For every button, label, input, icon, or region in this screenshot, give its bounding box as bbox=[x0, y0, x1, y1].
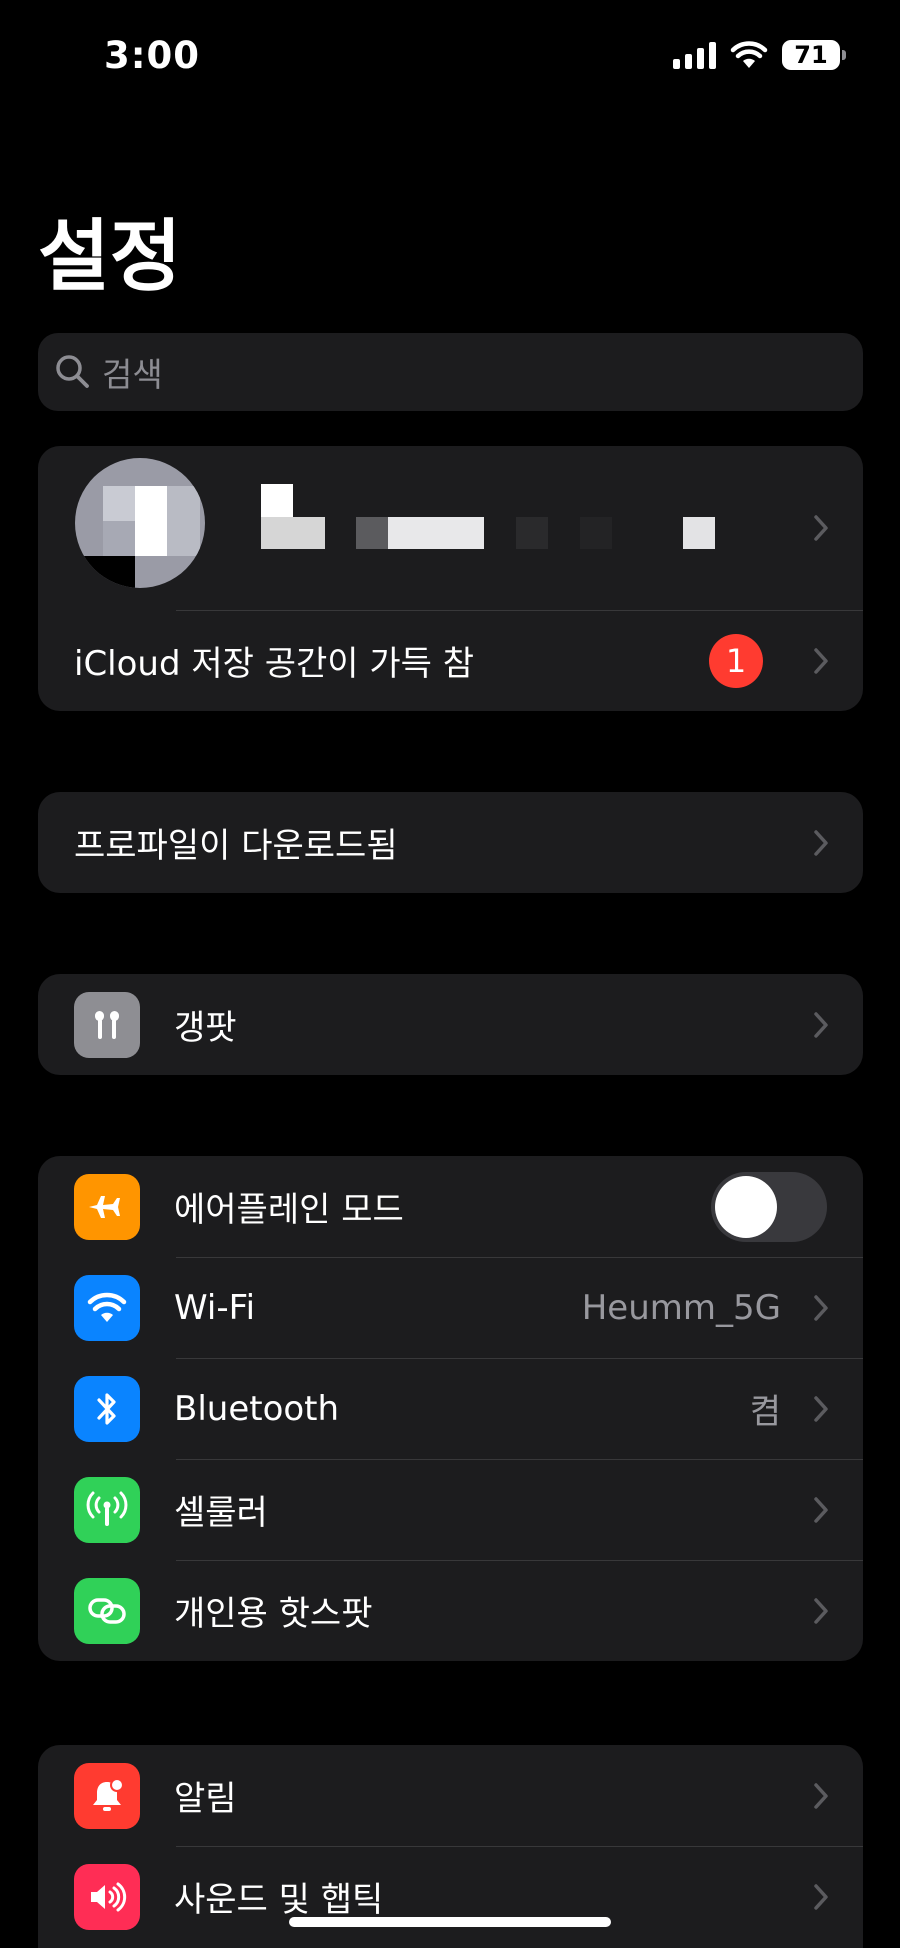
chevron-right-icon bbox=[814, 515, 828, 541]
chevron-right-icon bbox=[814, 1883, 828, 1910]
home-indicator[interactable] bbox=[289, 1917, 611, 1927]
device-label: 갱팟 bbox=[174, 1008, 237, 1048]
bell-icon bbox=[74, 1762, 140, 1829]
cellular-antenna-icon bbox=[74, 1476, 140, 1543]
wifi-network-value: Heumm_5G bbox=[581, 1287, 781, 1328]
airpods-icon bbox=[74, 991, 140, 1058]
hotspot-link-icon bbox=[74, 1577, 140, 1644]
search-input[interactable]: 검색 bbox=[38, 333, 863, 411]
notifications-label: 알림 bbox=[174, 1779, 237, 1819]
battery-icon: 71 bbox=[782, 40, 846, 70]
wifi-row[interactable]: Wi-Fi Heumm_5G bbox=[38, 1257, 863, 1358]
icloud-storage-label: iCloud 저장 공간이 가득 참 bbox=[74, 644, 475, 684]
status-icons: 71 bbox=[673, 40, 846, 70]
personal-hotspot-label: 개인용 핫스팟 bbox=[174, 1594, 373, 1634]
search-placeholder: 검색 bbox=[102, 355, 163, 394]
chevron-right-icon bbox=[814, 1395, 828, 1422]
cellular-label: 셀룰러 bbox=[174, 1493, 268, 1533]
bluetooth-icon bbox=[74, 1375, 140, 1442]
sounds-haptics-label: 사운드 및 햅틱 bbox=[174, 1880, 384, 1920]
wifi-status-icon bbox=[730, 41, 768, 68]
profile-card: 프로파일이 다운로드됨 bbox=[38, 792, 863, 893]
notifications-row[interactable]: 알림 bbox=[38, 1745, 863, 1846]
icloud-storage-row[interactable]: iCloud 저장 공간이 가득 참 1 bbox=[38, 610, 863, 711]
chevron-right-icon bbox=[814, 1782, 828, 1809]
airplane-icon bbox=[74, 1173, 140, 1240]
device-card: 갱팟 bbox=[38, 974, 863, 1075]
chevron-right-icon bbox=[814, 1496, 828, 1523]
account-card: iCloud 저장 공간이 가득 참 1 bbox=[38, 446, 863, 711]
chevron-right-icon bbox=[814, 1597, 828, 1624]
airplane-mode-toggle[interactable] bbox=[711, 1171, 827, 1242]
airplane-mode-row: 에어플레인 모드 bbox=[38, 1156, 863, 1257]
speaker-icon bbox=[74, 1863, 140, 1930]
cellular-signal-icon bbox=[673, 41, 716, 69]
airpods-row[interactable]: 갱팟 bbox=[38, 974, 863, 1075]
wifi-label: Wi-Fi bbox=[174, 1287, 256, 1328]
chevron-right-icon bbox=[814, 1294, 828, 1321]
connectivity-card: 에어플레인 모드 Wi-Fi Heumm_5G Bluetooth 켬 셀룰러 … bbox=[38, 1156, 863, 1661]
bluetooth-row[interactable]: Bluetooth 켬 bbox=[38, 1358, 863, 1459]
sounds-haptics-row[interactable]: 사운드 및 햅틱 bbox=[38, 1846, 863, 1947]
airplane-mode-label: 에어플레인 모드 bbox=[174, 1190, 404, 1230]
personal-hotspot-row[interactable]: 개인용 핫스팟 bbox=[38, 1560, 863, 1661]
notification-badge: 1 bbox=[709, 633, 763, 688]
search-icon bbox=[56, 355, 89, 388]
avatar bbox=[75, 458, 205, 588]
chevron-right-icon bbox=[814, 829, 828, 856]
status-time: 3:00 bbox=[104, 34, 201, 77]
apple-account-row[interactable] bbox=[38, 446, 863, 610]
profile-downloaded-label: 프로파일이 다운로드됨 bbox=[74, 826, 398, 866]
bluetooth-status-value: 켬 bbox=[749, 1392, 781, 1432]
chevron-right-icon bbox=[814, 1011, 828, 1038]
cellular-row[interactable]: 셀룰러 bbox=[38, 1459, 863, 1560]
wifi-icon bbox=[74, 1274, 140, 1341]
bluetooth-label: Bluetooth bbox=[174, 1388, 340, 1429]
profile-downloaded-row[interactable]: 프로파일이 다운로드됨 bbox=[38, 792, 863, 893]
chevron-right-icon bbox=[814, 647, 828, 674]
page-title: 설정 bbox=[38, 212, 182, 302]
